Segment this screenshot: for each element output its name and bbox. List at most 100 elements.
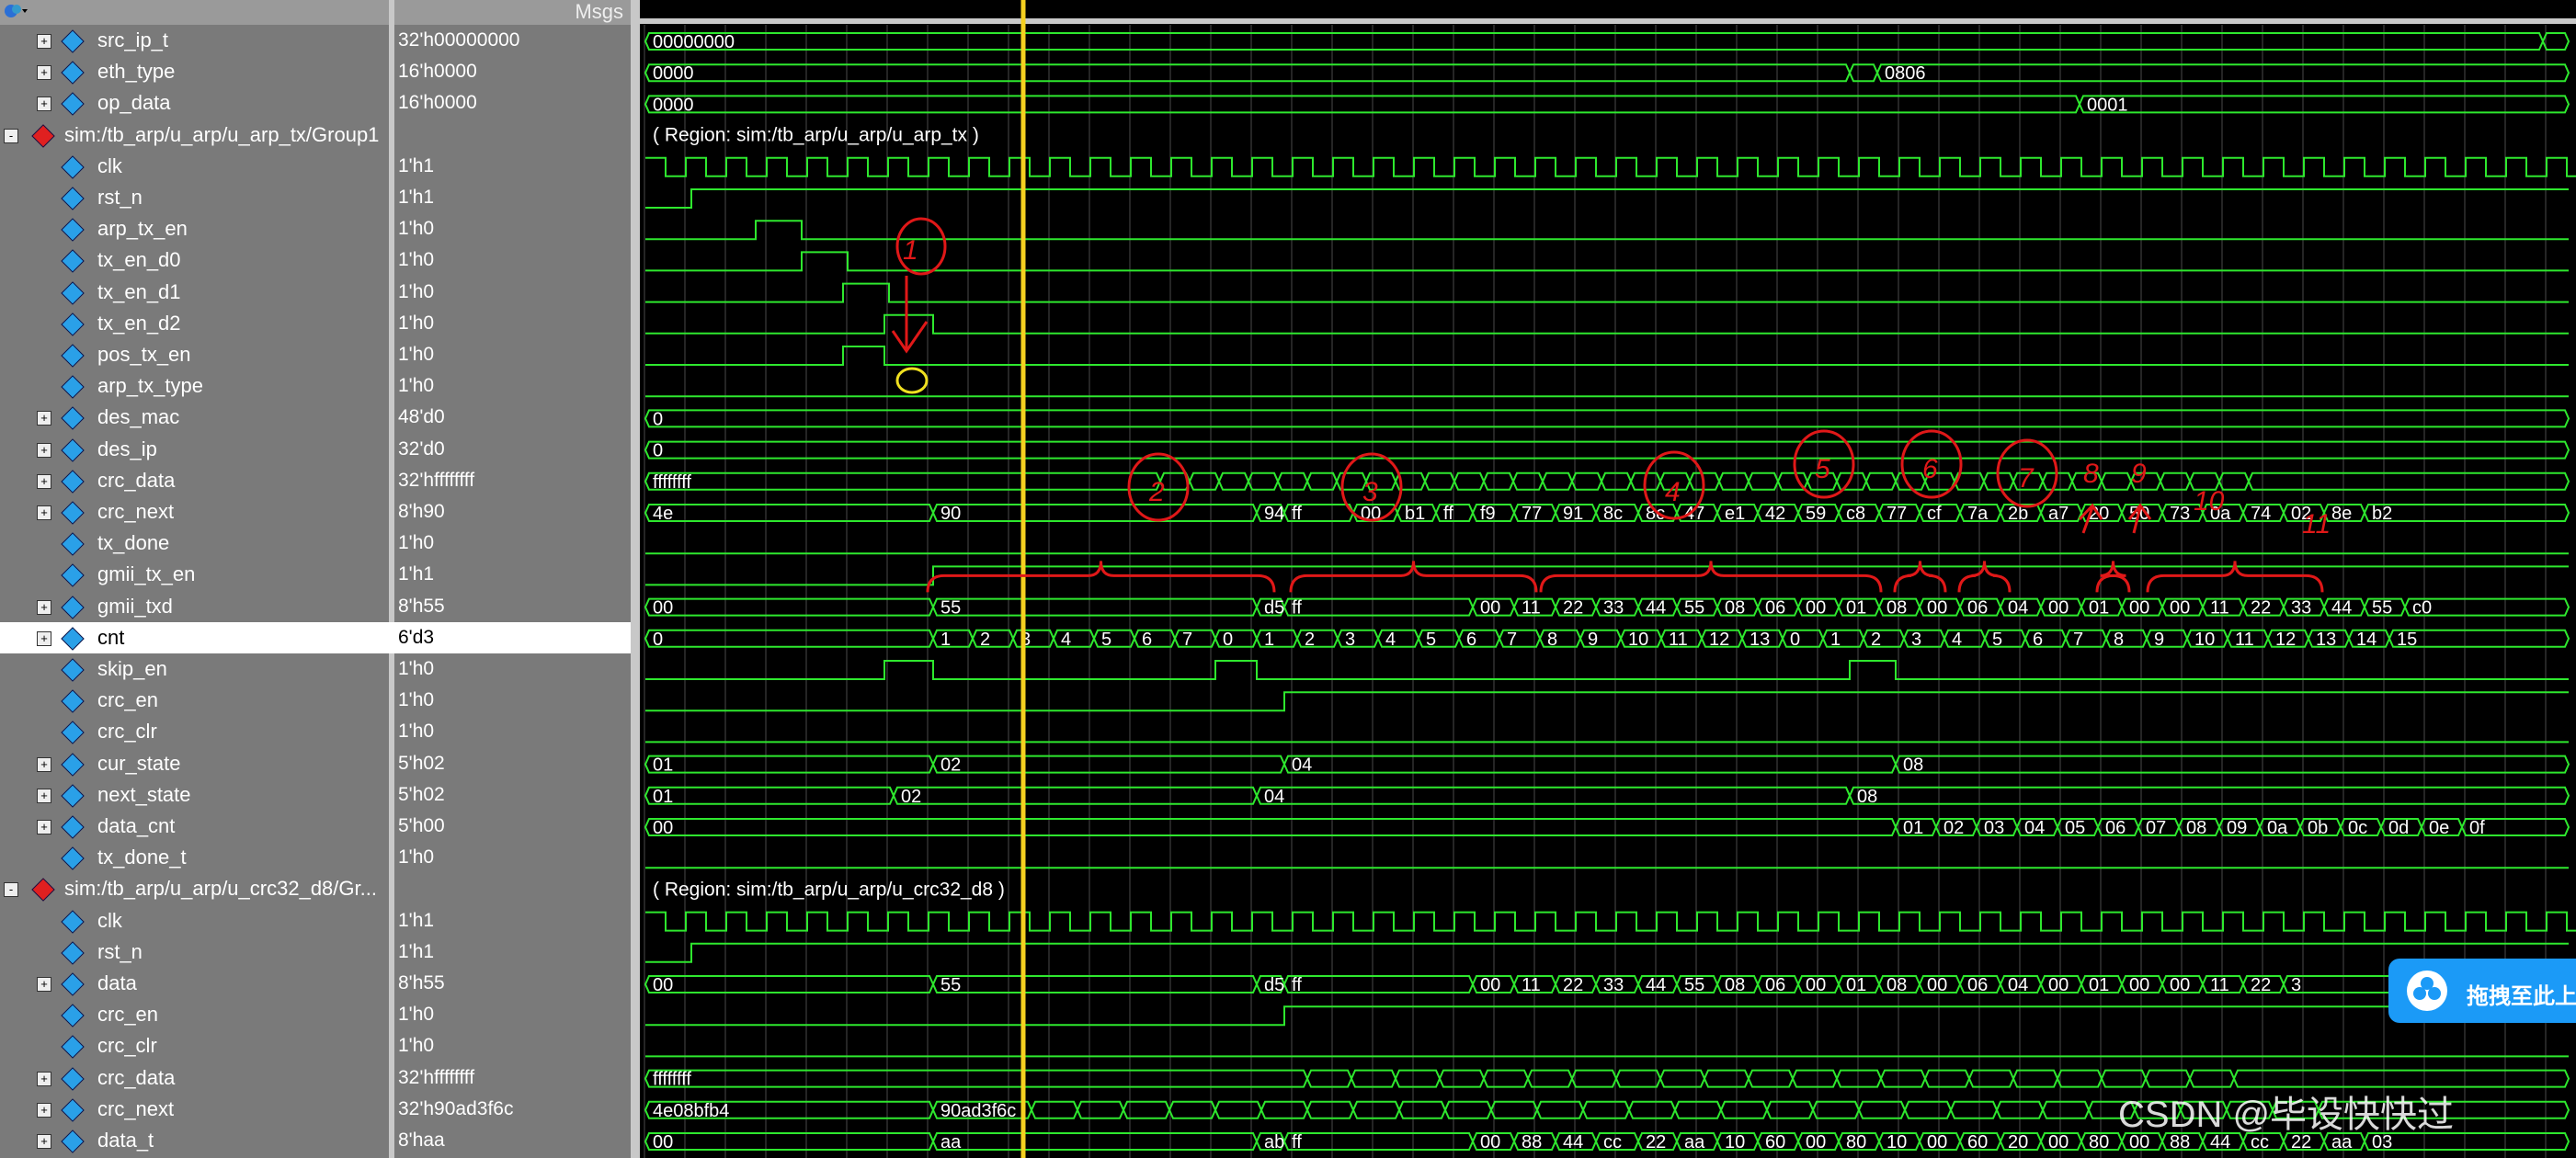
expand-toggle[interactable]: + <box>37 1071 51 1086</box>
expand-toggle[interactable]: + <box>37 630 51 646</box>
signal-name[interactable]: tx_en_d0 <box>97 244 181 276</box>
bus-value-label: 3 <box>1911 630 1921 650</box>
bus-value-label: 0 <box>1223 630 1233 650</box>
signal-name[interactable]: crc_clr <box>97 716 157 747</box>
expand-toggle[interactable]: + <box>37 1134 51 1149</box>
collapse-toggle[interactable]: - <box>4 128 18 143</box>
clock-wave[interactable] <box>645 911 2576 932</box>
bus-segment <box>1848 786 2570 805</box>
signal-name[interactable]: crc_data <box>97 1062 175 1094</box>
signal-name[interactable]: src_ip_t <box>97 25 168 56</box>
bus-segment <box>931 975 1259 993</box>
expand-toggle[interactable]: + <box>37 1102 51 1118</box>
signal-name[interactable]: skip_en <box>97 653 167 685</box>
expand-toggle[interactable]: + <box>37 411 51 426</box>
bit-wave-5[interactable] <box>645 188 2569 209</box>
expand-toggle[interactable]: + <box>37 505 51 520</box>
signal-name[interactable]: crc_clr <box>97 1030 157 1062</box>
signal-name[interactable]: crc_data <box>97 465 175 496</box>
signal-name[interactable]: op_data <box>97 87 171 119</box>
bus-value-label: 03 <box>1984 818 2004 838</box>
expand-toggle[interactable]: + <box>37 96 51 112</box>
expand-toggle[interactable]: + <box>37 473 51 489</box>
signal-name[interactable]: gmii_txd <box>97 591 173 622</box>
expand-toggle[interactable]: + <box>37 820 51 834</box>
signal-name[interactable]: data_cnt <box>97 811 175 842</box>
bus-wave-1[interactable]: 0000 0806 <box>644 63 2570 84</box>
bus-wave-15[interactable]: 4e 90 94 ff 00 b1 ff f9 77 91 8c 8c 47 e1 42 59 c8 77 cf 7a… <box>644 504 2570 524</box>
bus-wave-30[interactable]: 00 55 d5 ff 00 11 22 33 44 55 08 06 00 01 08 00 06 04 00 01… <box>644 975 2570 995</box>
signal-name[interactable]: pos_tx_en <box>97 339 191 370</box>
bit-wave-9[interactable] <box>645 313 2569 335</box>
signal-name[interactable]: crc_en <box>97 685 158 716</box>
expand-toggle[interactable]: + <box>37 788 51 803</box>
bus-segment <box>1719 1100 1769 1119</box>
signal-name[interactable]: des_ip <box>97 434 157 465</box>
bit-wave-29[interactable] <box>645 942 2569 963</box>
bus-value-label: 7 <box>1507 630 1517 650</box>
bus-wave-0[interactable]: 00000000 <box>644 32 2570 52</box>
bit-wave-10[interactable] <box>645 346 2569 366</box>
collapse-toggle[interactable]: - <box>4 882 18 898</box>
wave-toolbar-icon[interactable] <box>4 2 29 20</box>
clock-wave[interactable] <box>645 156 2576 177</box>
bus-wave-2[interactable]: 0000 0001 <box>644 95 2570 115</box>
signal-name[interactable]: tx_en_d1 <box>97 277 181 308</box>
signal-name[interactable]: data_t <box>97 1125 154 1156</box>
expand-toggle[interactable]: + <box>37 977 51 992</box>
signal-name[interactable]: clk <box>97 905 122 937</box>
bus-wave-23[interactable]: 01 02 04 08 <box>644 755 2570 776</box>
signal-name[interactable]: sim:/tb_arp/u_arp/u_crc32_d8/Gr... <box>64 873 377 904</box>
signal-name[interactable]: cur_state <box>97 748 181 779</box>
expand-toggle[interactable]: + <box>37 756 51 772</box>
signal-name[interactable]: crc_next <box>97 496 174 528</box>
signal-name[interactable]: rst_n <box>97 937 142 968</box>
bus-value-label: 0000 <box>653 63 694 84</box>
signal-name[interactable]: eth_type <box>97 56 175 87</box>
signal-name[interactable]: arp_tx_en <box>97 213 188 244</box>
pane-divider[interactable] <box>631 0 640 1158</box>
bus-value-label: 00 <box>653 598 673 619</box>
bus-wave-25[interactable]: 00 01 02 03 04 05 06 07 08 09 0a 0b 0c 0d 0e 0f <box>644 818 2570 838</box>
bit-wave-7[interactable] <box>645 251 2569 272</box>
signal-name[interactable]: clk <box>97 151 122 182</box>
bus-value-label: 4e08bfb4 <box>653 1101 729 1121</box>
expand-toggle[interactable]: + <box>37 65 51 81</box>
bus-wave-18[interactable]: 00 55 d5 ff 00 11 22 33 44 55 08 06 00 01 08 00 06 04 00 01… <box>644 598 2570 619</box>
signal-name[interactable]: rst_n <box>97 182 142 213</box>
bus-wave-24[interactable]: 01 02 04 08 <box>644 786 2570 807</box>
signal-name[interactable]: tx_done <box>97 528 169 559</box>
signal-name[interactable]: tx_done_t <box>97 842 187 873</box>
bus-wave-19[interactable]: 0 1 2 3 4 5 6 7 0 1 2 3 4 5 6 7 8 9 10 11 12 13 0 1 2 3 4 5 6 7 8 9 10 11… <box>644 630 2570 650</box>
expand-toggle[interactable]: + <box>37 34 51 49</box>
waveform-canvas[interactable]: 000000000000 08060000 000100ffffffff4e 90 94… <box>640 0 2576 1158</box>
signal-name[interactable]: cnt <box>97 622 124 653</box>
bus-value-label: 90 <box>940 504 961 524</box>
bit-wave-8[interactable] <box>645 282 2569 303</box>
signal-value: 1'h1 <box>398 909 435 931</box>
signal-name[interactable]: data <box>97 968 137 999</box>
expand-toggle[interactable]: + <box>37 599 51 615</box>
signal-name[interactable]: crc_en <box>97 999 158 1030</box>
signal-value: 1'h1 <box>398 940 435 962</box>
signal-name[interactable]: tx_en_d2 <box>97 308 181 339</box>
msgs-column-label: Msgs <box>575 0 623 23</box>
bus-wave-13[interactable]: 0 <box>644 440 2570 461</box>
signal-name[interactable]: gmii_tx_en <box>97 559 195 590</box>
bit-wave-31[interactable] <box>645 1005 2569 1027</box>
signal-name[interactable]: arp_tx_type <box>97 370 203 402</box>
bus-value-label: e1 <box>1725 504 1745 524</box>
bus-value-label: 10 <box>1725 1132 1745 1152</box>
signal-name[interactable]: sim:/tb_arp/u_arp/u_arp_tx/Group1 <box>64 119 379 151</box>
bit-trace <box>645 313 2569 335</box>
bus-wave-12[interactable]: 0 <box>644 409 2570 429</box>
expand-toggle[interactable]: + <box>37 442 51 458</box>
bit-wave-21[interactable] <box>645 691 2569 712</box>
bus-segment <box>1351 1100 1401 1119</box>
signal-name[interactable]: des_mac <box>97 402 179 433</box>
bit-wave-20[interactable] <box>645 660 2569 680</box>
signal-name[interactable]: next_state <box>97 779 191 811</box>
bus-value-label: 06 <box>1967 598 1988 619</box>
signal-name[interactable]: crc_next <box>97 1094 174 1125</box>
bus-wave-14[interactable]: ffffffff <box>644 472 2570 493</box>
